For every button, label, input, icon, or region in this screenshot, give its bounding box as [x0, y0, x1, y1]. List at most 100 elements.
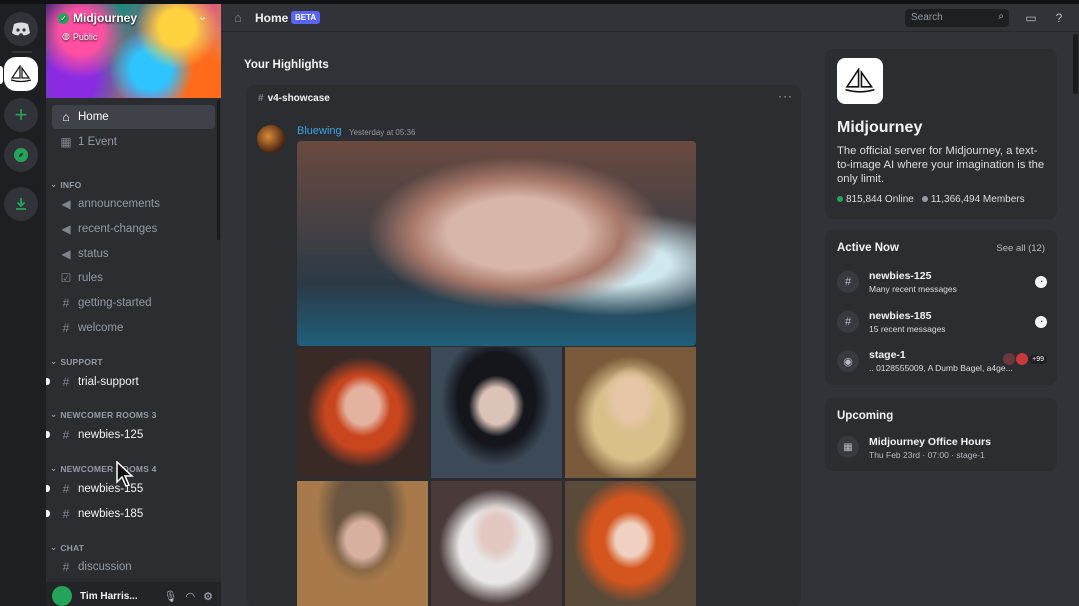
active-channel-item[interactable]: ◉ stage-1 .. 0128555009, A Dumb Bagel, a…: [837, 347, 1047, 377]
unread-indicator: [46, 485, 50, 492]
message-author[interactable]: Bluewing: [297, 125, 342, 137]
upscaled-image[interactable]: [297, 141, 696, 346]
add-server-button[interactable]: +: [4, 98, 38, 132]
server-visibility: ◍ Public: [62, 31, 98, 42]
explore-servers-button[interactable]: [4, 138, 38, 172]
server-rail: +: [0, 4, 46, 606]
server-header[interactable]: ✓ Midjourney: [58, 11, 137, 25]
category-newcomer-rooms-4[interactable]: ⌄ NEWCOMER ROOMS 4: [50, 463, 157, 474]
active-now-panel: Active Now See all (12) # newbies-125 Ma…: [825, 230, 1057, 385]
hash-icon: #: [258, 93, 264, 104]
avatar[interactable]: [257, 125, 285, 153]
top-bar: ⌂ Home BETA Search ⌕ ▭ ?: [221, 4, 1079, 32]
highlight-card[interactable]: # v4-showcase ··· Bluewing Yesterday at …: [246, 85, 801, 606]
card-channel[interactable]: # v4-showcase: [258, 93, 330, 104]
main-content: ⌂ Home BETA Search ⌕ ▭ ? Your Highlights…: [221, 4, 1079, 606]
hash-icon: #: [62, 560, 70, 574]
chevron-down-icon: ⌄: [50, 463, 58, 473]
grid-image[interactable]: [565, 481, 696, 606]
rail-separator: [12, 51, 32, 53]
help-icon[interactable]: ?: [1051, 10, 1067, 26]
hash-thread-icon: #: [62, 428, 70, 442]
hash-thread-icon: #: [62, 507, 70, 521]
active-now-title: Active Now: [837, 242, 899, 254]
category-chat[interactable]: ⌄ CHAT: [50, 542, 84, 553]
unread-indicator: [46, 378, 50, 385]
server-stats: 815,844 Online 11,366,494 Members: [837, 194, 1025, 205]
grid-image[interactable]: [431, 481, 562, 606]
download-icon: [16, 198, 26, 210]
selected-server-indicator: [0, 66, 3, 84]
more-options-icon[interactable]: ···: [778, 89, 793, 103]
category-support[interactable]: ⌄ SUPPORT: [50, 356, 103, 367]
hash-thread-icon: #: [62, 482, 70, 496]
channel-welcome[interactable]: # welcome: [52, 316, 215, 340]
verified-icon: ✓: [58, 12, 69, 24]
chevron-down-icon: ⌄: [50, 356, 58, 366]
chevron-down-icon: ⌄: [50, 542, 58, 552]
search-icon: ⌕: [998, 11, 1004, 22]
inbox-icon[interactable]: ▭: [1023, 10, 1039, 26]
grid-image[interactable]: [297, 481, 428, 606]
active-channel-item[interactable]: # newbies-185 15 recent messages ◔: [837, 308, 1047, 338]
user-controls: 🎙 ◠ ⚙: [164, 590, 221, 603]
calendar-icon: ▦: [60, 135, 72, 149]
chevron-down-icon: ⌄: [50, 179, 58, 189]
checkbox-icon: ☑: [60, 271, 72, 285]
channel-discussion[interactable]: # discussion: [52, 555, 215, 579]
home-icon: ⌂: [234, 10, 242, 25]
server-description: The official server for Midjourney, a te…: [837, 145, 1045, 185]
compass-icon: [14, 148, 28, 162]
unread-indicator: [46, 431, 50, 438]
active-channel-item[interactable]: # newbies-125 Many recent messages ◔: [837, 268, 1047, 298]
chevron-down-icon[interactable]: ⌄: [198, 10, 207, 23]
activity-icon: ◔: [1035, 316, 1047, 328]
discord-home-button[interactable]: [4, 12, 38, 46]
gear-icon[interactable]: ⚙: [203, 590, 213, 603]
channel-newbies-185[interactable]: # newbies-185: [52, 502, 215, 526]
hash-icon: #: [837, 271, 859, 293]
mouse-cursor-icon: [116, 461, 134, 487]
search-input[interactable]: Search ⌕: [905, 9, 1009, 27]
user-panel: Tim Harris... 🎙 ◠ ⚙: [46, 582, 221, 606]
sailboat-icon: [845, 68, 875, 93]
channel-announcements[interactable]: ◀ announcements: [52, 192, 215, 216]
hash-icon: #: [62, 321, 70, 335]
download-apps-button[interactable]: [4, 187, 38, 221]
section-title: Your Highlights: [244, 59, 329, 71]
grid-image[interactable]: [297, 347, 428, 478]
channel-status[interactable]: ◀ status: [52, 242, 215, 266]
message-timestamp: Yesterday at 05:36: [349, 128, 416, 137]
midjourney-server-button[interactable]: [4, 57, 38, 91]
event-name[interactable]: Midjourney Office Hours: [869, 436, 991, 448]
channel-rules[interactable]: ☑ rules: [52, 266, 215, 290]
see-all-link[interactable]: See all (12): [996, 243, 1045, 254]
microphone-icon[interactable]: 🎙: [164, 590, 178, 603]
megaphone-icon: ◀: [61, 197, 71, 211]
home-icon: ⌂: [62, 110, 70, 124]
sidebar-item-events[interactable]: ▦ 1 Event: [52, 130, 215, 154]
unread-indicator: [46, 510, 50, 517]
sidebar-item-home[interactable]: ⌂ Home: [52, 105, 215, 129]
grid-image[interactable]: [565, 347, 696, 478]
channel-recent-changes[interactable]: ◀ recent-changes: [52, 217, 215, 241]
sidebar-scrollbar[interactable]: [217, 100, 220, 240]
category-newcomer-rooms-3[interactable]: ⌄ NEWCOMER ROOMS 3: [50, 409, 157, 420]
avatar[interactable]: [52, 586, 72, 606]
chevron-down-icon: ⌄: [50, 409, 58, 419]
channel-getting-started[interactable]: # getting-started: [52, 291, 215, 315]
username[interactable]: Tim Harris...: [80, 591, 138, 602]
main-scrollbar[interactable]: [1073, 34, 1078, 94]
hash-icon: #: [62, 375, 70, 389]
server-info-panel: Midjourney The official server for Midjo…: [825, 49, 1057, 219]
server-name: Midjourney: [73, 11, 138, 25]
online-count: 815,844 Online: [837, 194, 914, 205]
channel-trial-support[interactable]: # trial-support: [52, 370, 215, 394]
participant-avatars: +99: [1003, 353, 1047, 365]
channel-newbies-125[interactable]: # newbies-125: [52, 423, 215, 447]
category-info[interactable]: ⌄ INFO: [50, 179, 81, 190]
headphones-icon[interactable]: ◠: [186, 590, 196, 603]
upcoming-panel: Upcoming ▦ Midjourney Office Hours Thu F…: [825, 398, 1057, 471]
grid-image[interactable]: [431, 347, 562, 478]
hash-icon: #: [837, 311, 859, 333]
